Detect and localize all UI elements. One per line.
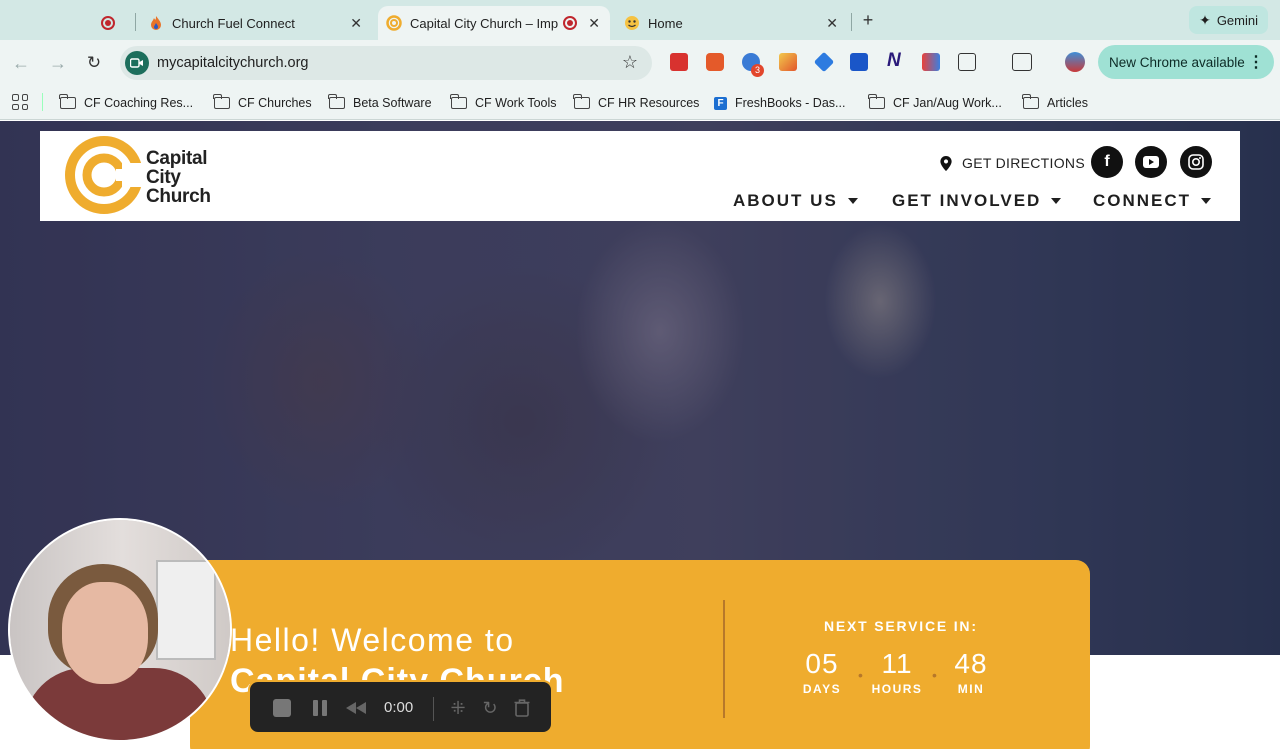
avatar[interactable] (1065, 52, 1085, 72)
extension-icon[interactable] (706, 53, 724, 71)
close-icon[interactable]: ✕ (826, 15, 838, 32)
folder-icon (573, 94, 590, 109)
stop-button[interactable] (270, 696, 294, 720)
tab-search-icon[interactable] (1012, 53, 1032, 71)
bookmark-folder[interactable]: CF Coaching Res... (59, 92, 193, 114)
emoji-icon (624, 15, 640, 31)
tab-home[interactable]: Home ✕ (616, 6, 848, 40)
trash-icon (514, 699, 530, 717)
recording-controls: 0:00 ⁜ ↻ (248, 680, 553, 734)
recording-indicator-icon (563, 16, 577, 30)
bookmark-folder[interactable]: CF HR Resources (573, 92, 699, 114)
stop-icon (273, 699, 291, 717)
address-bar[interactable]: mycapitalcitychurch.org ☆ (120, 46, 652, 80)
restart-icon: ↻ (482, 697, 498, 718)
close-icon[interactable]: ✕ (588, 15, 600, 32)
next-service-label: NEXT SERVICE IN: (824, 618, 978, 634)
facebook-icon[interactable]: f (1091, 146, 1123, 178)
bookmark-folder[interactable]: Beta Software (328, 92, 432, 114)
tab-strip: Church Fuel Connect ✕ Capital City Churc… (0, 0, 1280, 40)
church-logo-icon[interactable] (64, 135, 144, 215)
folder-icon (328, 94, 345, 109)
pencil-extension-icon[interactable] (779, 53, 797, 71)
site-header: Capital City Church GET DIRECTIONS f ABO… (40, 131, 1240, 221)
extension-icon[interactable] (850, 53, 868, 71)
caret-down-icon (847, 198, 858, 204)
folder-icon (213, 94, 230, 109)
caret-down-icon (1051, 198, 1062, 204)
new-tab-plus-icon[interactable]: + (857, 9, 879, 31)
rewind-icon (346, 702, 366, 714)
gemini-label: Gemini (1216, 12, 1258, 28)
record-icon (100, 15, 116, 31)
gemini-button[interactable]: ✦ Gemini (1189, 6, 1268, 34)
tab-capital-city-church[interactable]: Capital City Church – Imp ✕ (378, 6, 610, 40)
back-arrow-icon[interactable]: ← (10, 52, 32, 74)
reload-icon[interactable]: ↻ (83, 52, 105, 74)
restart-button[interactable]: ↻ (478, 696, 502, 720)
church-logo-icon (386, 15, 402, 31)
tab-recording[interactable] (100, 6, 130, 40)
recording-timer: 0:00 (384, 699, 414, 716)
webcam-bubble[interactable] (8, 518, 232, 742)
delete-button[interactable] (510, 696, 534, 720)
tab-separator (135, 13, 136, 31)
folder-icon (450, 94, 467, 109)
divider (723, 600, 725, 718)
folder-icon (868, 94, 885, 109)
camera-icon (125, 51, 149, 75)
bookmarks-bar: CF Coaching Res... CF Churches Beta Soft… (0, 86, 1280, 120)
caret-down-icon (1201, 198, 1212, 204)
freshbooks-icon: F (714, 96, 727, 110)
get-directions-link[interactable]: GET DIRECTIONS (940, 155, 1085, 171)
instagram-icon[interactable] (1180, 146, 1212, 178)
welcome-heading: Hello! Welcome to (230, 622, 515, 658)
rewind-button[interactable] (344, 696, 368, 720)
lastpass-extension-icon[interactable] (670, 53, 688, 71)
extension-badge: 3 (751, 64, 764, 77)
bookmark-folder[interactable]: Articles (1022, 92, 1088, 114)
url-text: mycapitalcitychurch.org (157, 55, 309, 71)
bookmark-link[interactable]: F FreshBooks - Das... (714, 92, 845, 114)
menu-dots-icon[interactable]: ⋮ (1248, 52, 1264, 72)
pause-button[interactable] (308, 696, 332, 720)
folder-icon (59, 94, 76, 109)
new-chrome-button[interactable]: New Chrome available ⋮ (1098, 45, 1274, 79)
extension-icon[interactable] (922, 53, 940, 71)
grid-button[interactable]: ⁜ (446, 696, 470, 720)
sparkle-icon: ✦ (1199, 11, 1211, 28)
tag-extension-icon[interactable] (813, 51, 835, 73)
nav-about-us[interactable]: ABOUT US (733, 191, 858, 211)
logo-wordmark[interactable]: Capital City Church (146, 149, 211, 206)
countdown-hours: 11 HOURS (871, 648, 923, 696)
tab-label: Church Fuel Connect (172, 15, 295, 31)
apps-grid-icon[interactable] (12, 94, 28, 110)
youtube-icon[interactable] (1135, 146, 1167, 178)
n-extension-icon[interactable]: N (887, 50, 901, 72)
tab-church-fuel-connect[interactable]: Church Fuel Connect ✕ (140, 6, 372, 40)
nav-connect[interactable]: CONNECT (1093, 191, 1212, 211)
bookmark-folder[interactable]: CF Work Tools (450, 92, 557, 114)
folder-icon (1022, 94, 1039, 109)
pause-icon (313, 700, 327, 716)
bookmark-folder[interactable]: CF Jan/Aug Work... (868, 92, 1002, 114)
countdown-days: 05 DAYS (802, 648, 842, 696)
bookmark-star-icon[interactable]: ☆ (622, 52, 638, 73)
tab-separator (851, 13, 852, 31)
flame-icon (148, 15, 164, 31)
new-chrome-label: New Chrome available (1109, 54, 1245, 70)
nav-get-involved[interactable]: GET INVOLVED (892, 191, 1062, 211)
forward-arrow-icon[interactable]: → (47, 52, 69, 74)
puzzle-extensions-icon[interactable] (958, 53, 976, 71)
close-icon[interactable]: ✕ (350, 15, 362, 32)
countdown-minutes: 48 MIN (954, 648, 988, 696)
tab-label: Home (648, 15, 683, 31)
bookmark-folder[interactable]: CF Churches (213, 92, 312, 114)
tab-label: Capital City Church – Imp (410, 15, 558, 31)
grid-dots-icon: ⁜ (450, 697, 466, 718)
map-pin-icon (940, 155, 952, 171)
browser-toolbar: ← → ↻ mycapitalcitychurch.org ☆ 3 N New … (0, 40, 1280, 86)
